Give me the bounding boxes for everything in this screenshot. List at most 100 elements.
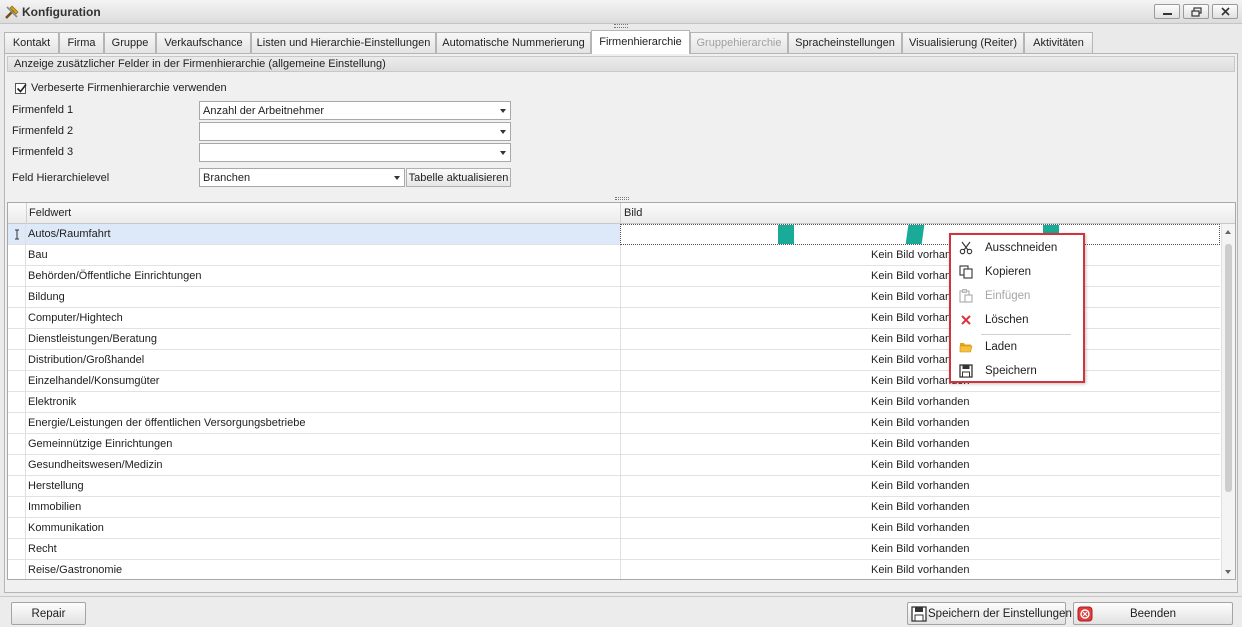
cell-bild[interactable]: Kein Bild vorhanden bbox=[620, 308, 1220, 329]
cell-bild[interactable]: Kein Bild vorhanden bbox=[620, 476, 1220, 497]
field3-select[interactable] bbox=[199, 143, 511, 162]
field2-select[interactable] bbox=[199, 122, 511, 141]
no-image-text: Kein Bild vorhanden bbox=[871, 459, 970, 471]
field1-select[interactable]: Anzahl der Arbeitnehmer bbox=[199, 101, 511, 120]
chevron-down-icon bbox=[394, 176, 400, 180]
checkmark-icon bbox=[16, 84, 27, 93]
cell-bild[interactable]: Kein Bild vorhanden bbox=[620, 329, 1220, 350]
no-image-text: Kein Bild vorhanden bbox=[871, 417, 970, 429]
cell-feldwert: Gemeinnützige Einrichtungen bbox=[28, 438, 173, 450]
window-title: Konfiguration bbox=[22, 5, 101, 19]
tab-verkaufschance[interactable]: Verkaufschance bbox=[156, 32, 251, 53]
cell-bild[interactable]: Kein Bild vorhanden bbox=[620, 266, 1220, 287]
menu-item-ausschneiden[interactable]: Ausschneiden bbox=[953, 237, 1083, 259]
cell-bild[interactable]: Kein Bild vorhanden bbox=[620, 350, 1220, 371]
no-image-text: Kein Bild vorhanden bbox=[871, 438, 970, 450]
image-fragment bbox=[905, 225, 925, 244]
refresh-table-button[interactable]: Tabelle aktualisieren bbox=[406, 168, 511, 187]
tab-firmenhierarchie[interactable]: Firmenhierarchie bbox=[591, 30, 690, 54]
scissors-icon bbox=[959, 241, 973, 255]
menu-item-kopieren[interactable]: Kopieren bbox=[953, 261, 1083, 283]
tab-spracheinstellungen[interactable]: Spracheinstellungen bbox=[788, 32, 902, 53]
restore-button[interactable] bbox=[1183, 4, 1209, 19]
tab-gruppe[interactable]: Gruppe bbox=[104, 32, 156, 53]
tab-automatische-nummerierung[interactable]: Automatische Nummerierung bbox=[436, 32, 591, 53]
hierarchy-level-value: Branchen bbox=[203, 172, 251, 184]
cell-feldwert: Distribution/Großhandel bbox=[28, 354, 145, 366]
improved-hierarchy-label[interactable]: Verbeserte Firmenhierarchie verwenden bbox=[31, 82, 227, 94]
cell-feldwert: Bau bbox=[28, 249, 48, 261]
cell-bild[interactable]: Kein Bild vorhanden bbox=[620, 539, 1220, 560]
floppy-disk-icon bbox=[959, 364, 973, 378]
tab-listen-hierarchie[interactable]: Listen und Hierarchie-Einstellungen bbox=[251, 32, 436, 53]
repair-button-label: Repair bbox=[31, 608, 66, 620]
cell-bild[interactable]: Kein Bild vorhanden bbox=[620, 497, 1220, 518]
close-window-button[interactable] bbox=[1212, 4, 1238, 19]
repair-button[interactable]: Repair bbox=[11, 602, 86, 625]
settings-group-header: Anzeige zusätzlicher Felder in der Firme… bbox=[7, 56, 1235, 72]
tab-visualisierung[interactable]: Visualisierung (Reiter) bbox=[902, 32, 1024, 53]
tab-kontakt[interactable]: Kontakt bbox=[4, 32, 59, 53]
cell-feldwert: Immobilien bbox=[28, 501, 82, 513]
row-indicator bbox=[8, 287, 26, 308]
table-row[interactable]: Recht Kein Bild vorhanden bbox=[8, 539, 1220, 560]
cell-bild-image[interactable] bbox=[620, 224, 1220, 245]
no-image-text: Kein Bild vorhanden bbox=[871, 543, 970, 555]
cell-bild[interactable]: Kein Bild vorhanden bbox=[620, 560, 1220, 579]
table-row[interactable]: Elektronik Kein Bild vorhanden bbox=[8, 392, 1220, 413]
menu-item-laden[interactable]: Laden bbox=[953, 336, 1083, 358]
cell-bild[interactable]: Kein Bild vorhanden bbox=[620, 518, 1220, 539]
menu-item-label: Laden bbox=[985, 341, 1017, 353]
row-indicator bbox=[8, 266, 26, 287]
footer-bar: Repair Speichern der Einstellungen Beend… bbox=[0, 596, 1242, 627]
exit-button[interactable]: Beenden bbox=[1073, 602, 1233, 625]
exit-icon bbox=[1077, 606, 1093, 622]
table-row[interactable]: Reise/Gastronomie Kein Bild vorhanden bbox=[8, 560, 1220, 579]
folder-open-icon bbox=[959, 343, 973, 353]
field1-label: Firmenfeld 1 bbox=[12, 104, 74, 116]
row-indicator bbox=[8, 350, 26, 371]
table-row[interactable]: Kommunikation Kein Bild vorhanden bbox=[8, 518, 1220, 539]
cell-bild[interactable]: Kein Bild vorhanden bbox=[620, 392, 1220, 413]
table-row[interactable]: Energie/Leistungen der öffentlichen Vers… bbox=[8, 413, 1220, 434]
tab-firma[interactable]: Firma bbox=[59, 32, 104, 53]
cell-bild[interactable]: Kein Bild vorhanden bbox=[620, 434, 1220, 455]
hierarchy-level-select[interactable]: Branchen bbox=[199, 168, 405, 187]
menu-item-loeschen[interactable]: Löschen bbox=[953, 309, 1083, 331]
menu-separator bbox=[981, 334, 1071, 335]
scroll-thumb[interactable] bbox=[1225, 244, 1232, 492]
menu-item-einfuegen[interactable]: Einfügen bbox=[953, 285, 1083, 307]
cell-bild[interactable]: Kein Bild vorhanden bbox=[620, 413, 1220, 434]
table-row[interactable]: Gesundheitswesen/Medizin Kein Bild vorha… bbox=[8, 455, 1220, 476]
tab-aktivitaeten[interactable]: Aktivitäten bbox=[1024, 32, 1093, 53]
cell-bild[interactable]: Kein Bild vorhanden bbox=[620, 455, 1220, 476]
floppy-disk-icon bbox=[911, 606, 927, 622]
scroll-down-icon[interactable] bbox=[1225, 570, 1231, 574]
menu-item-label: Löschen bbox=[985, 314, 1029, 326]
table-row[interactable]: Herstellung Kein Bild vorhanden bbox=[8, 476, 1220, 497]
splitter-grip[interactable] bbox=[615, 197, 629, 200]
column-header-bild[interactable]: Bild bbox=[620, 203, 1218, 224]
table-row[interactable]: Immobilien Kein Bild vorhanden bbox=[8, 497, 1220, 518]
delete-icon bbox=[961, 315, 971, 325]
scroll-up-icon[interactable] bbox=[1225, 230, 1231, 234]
cell-bild[interactable]: Kein Bild vorhanden bbox=[620, 245, 1220, 266]
cell-bild[interactable]: Kein Bild vorhanden bbox=[620, 287, 1220, 308]
tools-icon bbox=[5, 5, 19, 19]
improved-hierarchy-checkbox[interactable] bbox=[15, 83, 27, 94]
column-header-feldwert[interactable]: Feldwert bbox=[26, 203, 622, 224]
cell-feldwert: Kommunikation bbox=[28, 522, 104, 534]
tab-gruppehierarchie[interactable]: Gruppehierarchie bbox=[690, 32, 788, 53]
row-indicator bbox=[8, 497, 26, 518]
table-row[interactable]: Gemeinnützige Einrichtungen Kein Bild vo… bbox=[8, 434, 1220, 455]
splitter-grip[interactable] bbox=[614, 24, 628, 28]
minimize-button[interactable] bbox=[1154, 4, 1180, 19]
minimize-icon bbox=[1163, 13, 1172, 15]
restore-icon bbox=[1191, 7, 1202, 17]
save-settings-button[interactable]: Speichern der Einstellungen bbox=[907, 602, 1072, 625]
cell-bild[interactable]: Kein Bild vorhanden bbox=[620, 371, 1220, 392]
cell-feldwert: Dienstleistungen/Beratung bbox=[28, 333, 158, 345]
vertical-scrollbar[interactable] bbox=[1221, 224, 1235, 579]
menu-item-speichern[interactable]: Speichern bbox=[953, 360, 1083, 382]
hierarchy-level-label: Feld Hierarchielevel bbox=[12, 172, 110, 184]
